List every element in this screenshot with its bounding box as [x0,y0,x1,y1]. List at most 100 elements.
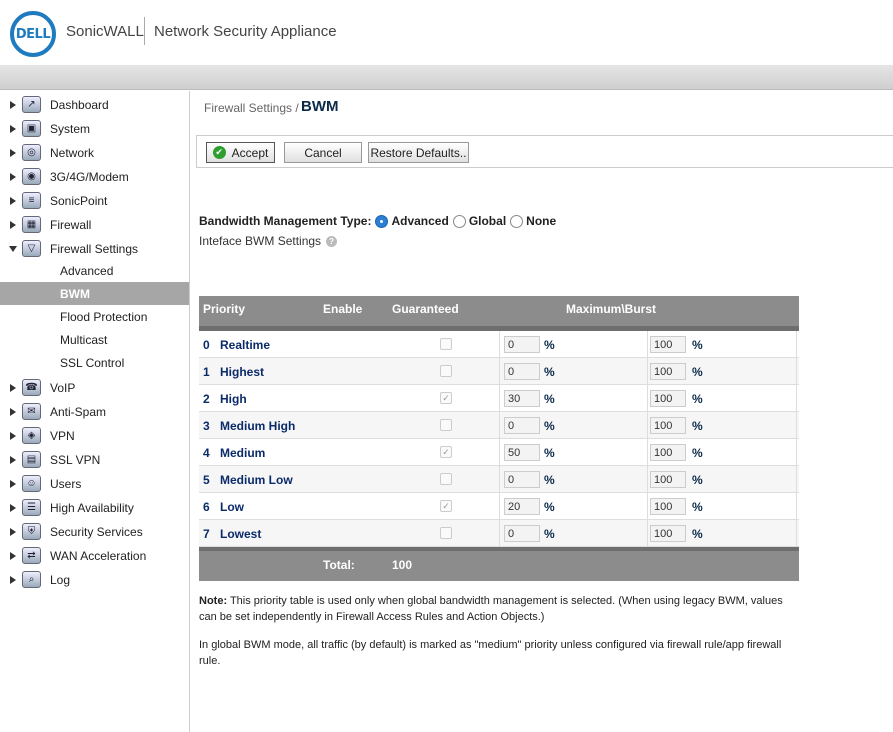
enable-checkbox[interactable] [440,527,452,539]
radio-none[interactable] [510,214,524,228]
guaranteed-input[interactable] [504,390,540,407]
accept-button[interactable]: ✔ Accept [206,142,275,163]
expand-arrow-icon[interactable] [10,455,16,464]
sidebar-item-anti-spam[interactable]: ✉ Anti-Spam [0,400,189,423]
enable-checkbox[interactable] [440,473,452,485]
firewall-settings-icon: ▽ [22,240,41,257]
sidebar-item-wan-acceleration[interactable]: ⇄ WAN Acceleration [0,544,189,567]
cell-divider [647,412,648,438]
max-burst-input[interactable] [650,336,686,353]
vpn-icon: ◈ [22,427,41,444]
percent-label: % [692,527,703,541]
percent-label: % [544,473,555,487]
expand-arrow-icon[interactable] [10,503,16,512]
cell-divider [796,385,797,411]
expand-arrow-icon[interactable] [10,196,16,205]
guaranteed-input[interactable] [504,525,540,542]
guaranteed-input[interactable] [504,444,540,461]
sidebar-subitem-ssl-control[interactable]: SSL Control [0,351,189,374]
sidebar-item-log[interactable]: ⌕ Log [0,568,189,591]
sidebar-item-label: Multicast [60,333,108,347]
radio-advanced[interactable] [375,214,389,228]
max-burst-input[interactable] [650,390,686,407]
max-burst-input[interactable] [650,498,686,515]
cell-divider [796,412,797,438]
table-header: Priority Enable Guaranteed Maximum\Burst [199,296,799,326]
enable-checkbox[interactable]: ✓ [440,392,452,404]
cell-divider [796,493,797,519]
expand-arrow-icon[interactable] [10,124,16,133]
cell-divider [647,385,648,411]
app-header: DELL SonicWALL Network Security Applianc… [0,0,893,65]
radio-none-label[interactable]: None [526,214,556,228]
cancel-button[interactable]: Cancel [284,142,362,163]
header-divider [144,17,145,45]
enable-checkbox[interactable] [440,419,452,431]
wan-acceleration-icon: ⇄ [22,547,41,564]
security-services-icon: ⛨ [22,523,41,540]
expand-arrow-icon[interactable] [10,148,16,157]
max-burst-input[interactable] [650,417,686,434]
sidebar-item-modem[interactable]: ◉ 3G/4G/Modem [0,165,189,188]
radio-advanced-label[interactable]: Advanced [391,214,448,228]
checkmark-icon: ✔ [212,146,226,159]
expand-arrow-icon[interactable] [10,100,16,109]
sidebar-item-network[interactable]: ◎ Network [0,141,189,164]
expand-arrow-icon[interactable] [10,551,16,560]
expand-arrow-icon[interactable] [10,172,16,181]
accept-label: Accept [231,145,269,160]
sidebar-item-label: 3G/4G/Modem [50,169,129,184]
max-burst-input[interactable] [650,444,686,461]
sidebar-item-security-services[interactable]: ⛨ Security Services [0,520,189,543]
enable-checkbox[interactable]: ✓ [440,500,452,512]
guaranteed-input[interactable] [504,363,540,380]
sidebar-subitem-bwm[interactable]: BWM [0,282,189,305]
priority-name: Medium Low [220,473,293,487]
expand-arrow-icon[interactable] [10,407,16,416]
sidebar-item-label: Advanced [60,264,114,278]
radio-global-label[interactable]: Global [469,214,506,228]
expand-arrow-icon[interactable] [10,220,16,229]
max-burst-input[interactable] [650,471,686,488]
sidebar-subitem-flood-protection[interactable]: Flood Protection [0,305,189,328]
enable-checkbox[interactable] [440,365,452,377]
sidebar-item-ssl-vpn[interactable]: ▤ SSL VPN [0,448,189,471]
radio-global[interactable] [452,214,466,228]
max-burst-input[interactable] [650,525,686,542]
sidebar-subitem-advanced[interactable]: Advanced [0,259,189,282]
sidebar-item-vpn[interactable]: ◈ VPN [0,424,189,447]
table-row: 2 High ✓ % % [199,385,799,412]
priority-name: High [220,392,247,406]
sidebar-item-firewall-settings[interactable]: ▽ Firewall Settings [0,237,189,260]
sidebar-subitem-multicast[interactable]: Multicast [0,328,189,351]
sidebar-item-voip[interactable]: ☎ VoIP [0,376,189,399]
sidebar-item-users[interactable]: ☺ Users [0,472,189,495]
guaranteed-input[interactable] [504,417,540,434]
guaranteed-input[interactable] [504,498,540,515]
table-row: 6 Low ✓ % % [199,493,799,520]
enable-checkbox[interactable]: ✓ [440,446,452,458]
sidebar-item-system[interactable]: ▣ System [0,117,189,140]
guaranteed-input[interactable] [504,336,540,353]
expand-arrow-icon[interactable] [10,575,16,584]
help-icon[interactable]: ? [326,235,338,247]
sidebar-item-high-availability[interactable]: ☰ High Availability [0,496,189,519]
sidebar-item-sonicpoint[interactable]: ≡ SonicPoint [0,189,189,212]
breadcrumb[interactable]: Firewall Settings / [204,101,299,115]
sidebar-item-firewall[interactable]: ▦ Firewall [0,213,189,236]
restore-defaults-button[interactable]: Restore Defaults.. [368,142,469,163]
anti-spam-icon: ✉ [22,403,41,420]
priority-number: 2 [203,392,210,406]
expand-arrow-icon[interactable] [10,431,16,440]
cell-divider [499,493,500,519]
guaranteed-input[interactable] [504,471,540,488]
expand-arrow-icon[interactable] [10,527,16,536]
header-priority: Priority [203,302,246,316]
expand-arrow-icon[interactable] [10,479,16,488]
expand-arrow-icon[interactable] [10,383,16,392]
table-body: 0 Realtime % % 1 Highest % % 2 High ✓ % … [199,331,799,547]
sidebar-item-dashboard[interactable]: ↗ Dashboard [0,93,189,116]
max-burst-input[interactable] [650,363,686,380]
collapse-arrow-icon[interactable] [9,245,17,252]
enable-checkbox[interactable] [440,338,452,350]
